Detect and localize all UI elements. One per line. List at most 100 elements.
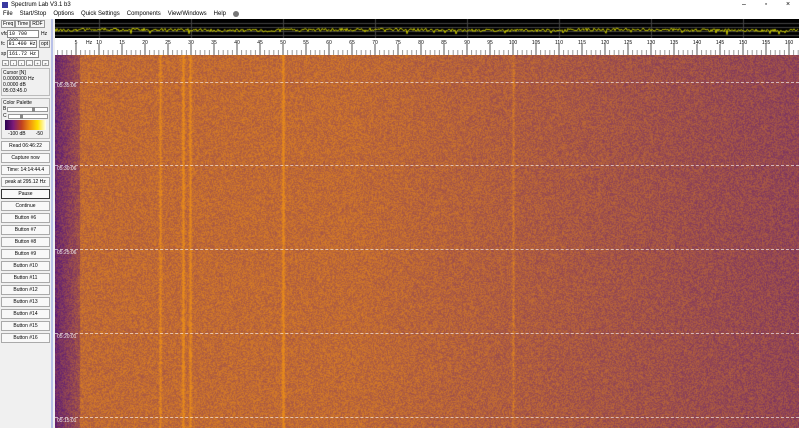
macro-button-12[interactable]: Button #15 xyxy=(1,321,50,331)
macro-button-8[interactable]: Button #11 xyxy=(1,273,50,283)
scale-label: 110 xyxy=(555,40,563,46)
menu-view-windows[interactable]: View/Windows xyxy=(168,11,207,17)
macro-button-1[interactable]: Pause xyxy=(1,189,50,199)
menu-start-stop[interactable]: Start/Stop xyxy=(20,11,47,17)
nav-button-zoom-in[interactable]: + xyxy=(34,60,41,66)
macro-button-5[interactable]: Button #8 xyxy=(1,237,50,247)
nav-button-last[interactable]: » xyxy=(42,60,49,66)
macro-button-3[interactable]: Button #6 xyxy=(1,213,50,223)
scale-unit: Hz xyxy=(86,40,93,46)
maximize-button[interactable]: ▫ xyxy=(755,0,777,9)
menu-file[interactable]: File xyxy=(3,11,13,17)
scale-label: 15 xyxy=(119,40,125,46)
fc-input[interactable]: 81.400 Hz xyxy=(6,40,38,48)
sp-input[interactable]: 161.72 Hz xyxy=(7,50,39,58)
title-bar: Spectrum Lab V3.1 b3 – ▫ × xyxy=(0,0,799,9)
menu-components[interactable]: Components xyxy=(127,11,161,17)
status-indicator-icon xyxy=(233,11,240,17)
time-label: 05:35:06 xyxy=(57,83,77,89)
time-marker-line xyxy=(55,82,799,83)
scale-label: 20 xyxy=(142,40,148,46)
time-label: 05:25:06 xyxy=(57,250,77,256)
time-marker-line xyxy=(55,417,799,418)
macro-button-7[interactable]: Button #10 xyxy=(1,261,50,271)
contrast-slider[interactable] xyxy=(7,113,48,119)
color-palette: Color Palette B C -100 dB -50 xyxy=(1,98,50,139)
tab-freq[interactable]: Freq xyxy=(1,20,16,28)
waterfall-display[interactable] xyxy=(55,55,799,428)
time-marker-line xyxy=(55,249,799,250)
spectrum-graph[interactable] xyxy=(55,19,799,38)
scale-label: 55 xyxy=(303,40,309,46)
nav-button-first[interactable]: « xyxy=(2,60,9,66)
macro-button-13[interactable]: Button #16 xyxy=(1,333,50,343)
palette-min: -100 dB xyxy=(8,131,26,137)
scale-label: 135 xyxy=(670,40,679,46)
time-display[interactable]: Time: 14:14:44.4 xyxy=(1,165,50,175)
scale-label: 5 xyxy=(75,40,78,46)
scale-label: 35 xyxy=(211,40,217,46)
scale-label: 145 xyxy=(716,40,725,46)
macro-button-2[interactable]: Continue xyxy=(1,201,50,211)
minimize-button[interactable]: – xyxy=(733,0,755,9)
frequency-scale[interactable]: 5 10 15 20 25 30 35 40 45 50 55 60 65 70 75 80 85 90 95 100… xyxy=(55,38,799,55)
opt-button[interactable]: opt xyxy=(39,40,50,48)
menu-quick-settings[interactable]: Quick Settings xyxy=(81,11,120,17)
read-button[interactable]: Read 06:46:22 xyxy=(1,141,50,151)
scale-label: 75 xyxy=(395,40,401,46)
app-icon xyxy=(2,1,8,8)
scale-label: 25 xyxy=(165,40,171,46)
time-marker-line xyxy=(55,165,799,166)
macro-button-9[interactable]: Button #12 xyxy=(1,285,50,295)
scale-label: 125 xyxy=(624,40,633,46)
cursor-time: 05:03:45.0 xyxy=(3,88,27,94)
scale-label: 50 xyxy=(280,40,286,46)
time-label: 05:30:06 xyxy=(57,166,77,172)
scale-label: 70 xyxy=(372,40,378,46)
nav-button-zoom-out[interactable]: – xyxy=(26,60,33,66)
macro-button-11[interactable]: Button #14 xyxy=(1,309,50,319)
menu-options[interactable]: Options xyxy=(53,11,74,17)
scale-label: 65 xyxy=(349,40,355,46)
scale-label: 155 xyxy=(762,40,771,46)
scale-label: 10 xyxy=(96,40,102,46)
vfo-input[interactable]: 10 700 000 xyxy=(7,30,39,44)
scale-label: 130 xyxy=(647,40,656,46)
scale-label: 80 xyxy=(418,40,424,46)
time-marker-line xyxy=(55,333,799,334)
menu-help[interactable]: Help xyxy=(214,11,226,17)
time-label: 05:20:01 xyxy=(57,334,77,340)
peak-display[interactable]: peak at 295.12 Hz xyxy=(1,177,50,187)
scale-label: 90 xyxy=(464,40,470,46)
capture-now-button[interactable]: Capture now xyxy=(1,153,50,163)
scale-label: 105 xyxy=(532,40,541,46)
macro-button-4[interactable]: Button #7 xyxy=(1,225,50,235)
scale-label: 85 xyxy=(441,40,447,46)
scale-label: 115 xyxy=(578,40,586,46)
control-panel: Freq Time RDF vfo10 700 000Hz fc81.400 H… xyxy=(0,19,53,428)
contrast-label: C xyxy=(3,113,7,119)
scale-label: 95 xyxy=(487,40,493,46)
macro-button-6[interactable]: Button #9 xyxy=(1,249,50,259)
palette-max: -50 xyxy=(35,131,43,137)
tab-time[interactable]: Time xyxy=(15,20,31,28)
scale-label: 40 xyxy=(234,40,240,46)
brightness-slider[interactable] xyxy=(7,106,48,112)
window-title: Spectrum Lab V3.1 b3 xyxy=(11,1,71,8)
nav-button-prev[interactable]: ‹ xyxy=(10,60,17,66)
scale-label: 160 xyxy=(785,40,794,46)
palette-gradient xyxy=(5,120,46,130)
menu-bar: File Start/Stop Options Quick Settings C… xyxy=(0,9,799,19)
close-button[interactable]: × xyxy=(777,0,799,9)
tab-rdf[interactable]: RDF xyxy=(30,20,45,28)
vfo-unit: Hz xyxy=(41,31,48,37)
nav-button-next[interactable]: › xyxy=(18,60,25,66)
macro-button-10[interactable]: Button #13 xyxy=(1,297,50,307)
scale-label: 140 xyxy=(693,40,702,46)
scale-label: 45 xyxy=(257,40,263,46)
scale-label: 120 xyxy=(601,40,610,46)
scale-label: 150 xyxy=(739,40,748,46)
scale-label: 60 xyxy=(326,40,332,46)
scale-label: 30 xyxy=(188,40,194,46)
cursor-info: Cursor [N] 0.0000000 Hz 0.0000 dB 05:03:… xyxy=(1,68,50,96)
